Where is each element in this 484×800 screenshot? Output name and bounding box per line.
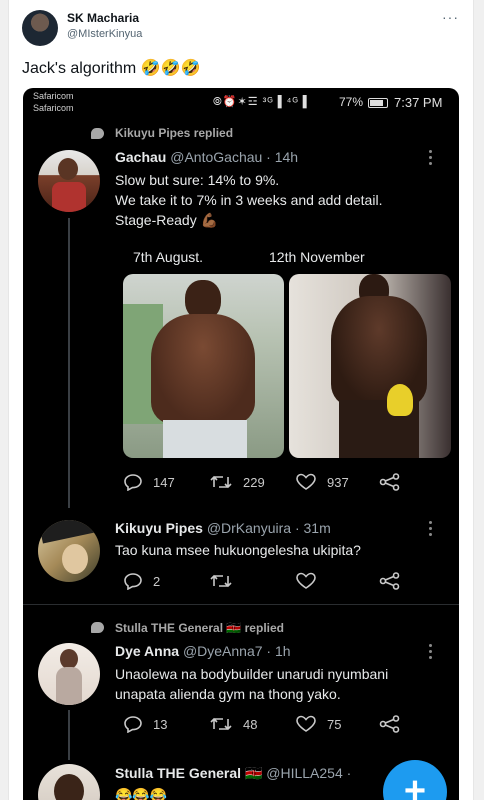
reply-count: 147: [153, 474, 175, 490]
like-button[interactable]: 75: [295, 715, 341, 733]
avatar-face: [62, 544, 88, 574]
compose-tweet-button[interactable]: +: [383, 760, 447, 800]
tweet-actions: 147 229 937: [123, 473, 443, 495]
tweet-line: unapata alienda gym na thong yako.: [115, 686, 341, 702]
author-name[interactable]: Kikuyu Pipes: [115, 520, 203, 536]
reply-button[interactable]: 2: [123, 572, 160, 590]
tweet-text: Jack's algorithm 🤣🤣🤣: [22, 60, 201, 77]
reply-count: 2: [153, 573, 161, 589]
heart-icon: [296, 473, 316, 490]
carrier-label: Safaricom: [33, 103, 74, 113]
photo-torso: [151, 314, 255, 424]
avatar-face: [54, 774, 84, 800]
author-name[interactable]: SK Macharia: [67, 11, 139, 25]
photo-shorts: [163, 420, 247, 458]
reply-button[interactable]: 147: [123, 473, 175, 491]
avatar-face: [60, 649, 78, 669]
carrier-label: Safaricom: [33, 91, 74, 101]
tweet-card[interactable]: SK Macharia @MIsterKinyua ··· Jack's alg…: [8, 0, 474, 800]
author-name[interactable]: Gachau: [115, 149, 166, 165]
reply-button[interactable]: 13: [123, 715, 167, 733]
share-button[interactable]: [379, 473, 401, 491]
like-count: 75: [327, 716, 342, 732]
avatar-hat: [38, 520, 100, 544]
photo-sticker: [387, 384, 413, 416]
tweet-line: Stage-Ready 💪🏾: [115, 212, 219, 228]
clock: 7:37 PM: [394, 95, 443, 110]
image-caption-right: 12th November: [269, 249, 365, 265]
avatar-face: [58, 158, 78, 180]
avatar-body: [56, 667, 82, 705]
reply-icon: [124, 474, 142, 491]
author-name[interactable]: Stulla THE General: [115, 765, 241, 781]
retweet-button[interactable]: 229: [209, 473, 265, 491]
share-icon: [379, 572, 400, 590]
tweet-text: Unaolewa na bodybuilder unarudi nyumbani…: [115, 664, 388, 704]
tweet-line: We take it to 7% in 3 weeks and add deta…: [115, 192, 383, 208]
like-count: 937: [327, 474, 349, 490]
thread-line: [68, 218, 70, 508]
retweet-icon: [210, 475, 232, 489]
tweet-line: Unaolewa na bodybuilder unarudi nyumbani: [115, 666, 389, 682]
retweet-count: 48: [243, 716, 258, 732]
tweet-actions: 13 48 75: [123, 715, 443, 737]
more-options-icon[interactable]: ···: [442, 9, 459, 25]
reply-icon: [124, 716, 142, 733]
tweet-author[interactable]: Dye Anna @DyeAnna7 · 1h: [115, 643, 291, 659]
heart-icon: [296, 715, 316, 732]
avatar[interactable]: [38, 643, 100, 705]
battery-icon: [368, 98, 388, 108]
avatar-shirt: [52, 182, 86, 212]
author-handle[interactable]: @DrKanyuira · 31m: [207, 520, 331, 536]
tweet-author[interactable]: Gachau @AntoGachau · 14h: [115, 149, 298, 165]
share-icon: [379, 715, 400, 733]
heart-icon: [296, 572, 316, 589]
reply-context: Stulla THE General 🇰🇪 replied: [115, 621, 284, 635]
more-options-icon[interactable]: [429, 150, 433, 168]
thread-line: [68, 710, 70, 760]
retweet-count: 229: [243, 474, 265, 490]
retweet-button[interactable]: [209, 572, 233, 590]
reply-context: Kikuyu Pipes replied: [115, 126, 234, 140]
image-caption-left: 7th August.: [133, 249, 204, 265]
share-icon: [379, 473, 400, 491]
tweet-text: Tao kuna msee hukuongelesha ukipita?: [115, 542, 361, 558]
share-button[interactable]: [379, 715, 401, 733]
more-options-icon[interactable]: [429, 644, 433, 662]
photo-before[interactable]: [123, 274, 284, 458]
tweet-line: Slow but sure: 14% to 9%.: [115, 172, 280, 188]
author-handle[interactable]: @HILLA254 ·: [266, 765, 351, 781]
photo-after[interactable]: [289, 274, 451, 458]
more-options-icon[interactable]: [429, 521, 433, 539]
flag-emoji: 🇰🇪: [244, 765, 263, 781]
status-icons: ⦾⏰✶☲ ³ᴳ▐ ⁴ᴳ▐: [213, 96, 308, 108]
reply-context-icon: [91, 128, 104, 139]
author-avatar[interactable]: [22, 10, 58, 46]
reply-icon: [124, 573, 142, 590]
avatar[interactable]: [38, 764, 100, 800]
retweet-icon: [210, 717, 232, 731]
like-button[interactable]: 937: [295, 473, 349, 491]
divider: [23, 604, 459, 605]
retweet-icon: [210, 574, 232, 588]
retweet-button[interactable]: 48: [209, 715, 257, 733]
battery-percent: 77%: [339, 95, 364, 109]
photo-torso: [331, 296, 427, 406]
tweet-text: 😂😂😂: [115, 787, 168, 800]
author-handle[interactable]: @MIsterKinyua: [67, 28, 142, 40]
author-handle[interactable]: @AntoGachau · 14h: [170, 149, 298, 165]
avatar[interactable]: [38, 520, 100, 582]
attached-screenshot[interactable]: Safaricom Safaricom ⦾⏰✶☲ ³ᴳ▐ ⁴ᴳ▐ 77% 7:3…: [23, 88, 459, 800]
share-button[interactable]: [379, 572, 401, 590]
tweet-actions: 2: [123, 572, 443, 594]
author-name[interactable]: Dye Anna: [115, 643, 179, 659]
tweet-author[interactable]: Stulla THE General 🇰🇪 @HILLA254 ·: [115, 765, 351, 782]
like-button[interactable]: [295, 572, 317, 590]
author-handle[interactable]: @DyeAnna7 · 1h: [183, 643, 291, 659]
tweet-text: Slow but sure: 14% to 9%. We take it to …: [115, 170, 382, 230]
reply-count: 13: [153, 716, 168, 732]
avatar[interactable]: [38, 150, 100, 212]
reply-context-icon: [91, 622, 104, 633]
tweet-author[interactable]: Kikuyu Pipes @DrKanyuira · 31m: [115, 520, 331, 536]
